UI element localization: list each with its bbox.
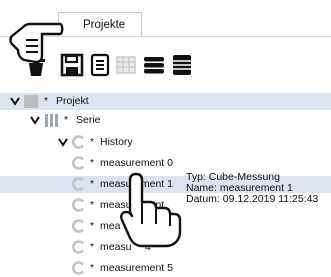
list-icon[interactable] <box>170 53 194 77</box>
row-label: measurement 1 <box>100 178 173 190</box>
measurement-c-icon <box>72 156 85 170</box>
row-star: * <box>90 241 95 253</box>
row-label: Serie <box>76 114 101 126</box>
measurement-c-icon <box>72 261 85 275</box>
measurement-c-icon <box>72 177 85 191</box>
chevron-down-icon[interactable] <box>30 115 40 125</box>
tree-row-measurement-0[interactable]: * measurement 0 <box>0 155 331 172</box>
row-star: * <box>44 95 49 107</box>
row-label-suffix: 4 <box>145 241 151 253</box>
row-star: * <box>90 262 95 274</box>
grid-icon[interactable] <box>114 53 138 77</box>
row-label: measu <box>100 241 132 253</box>
row-star: * <box>90 220 95 232</box>
row-star: * <box>90 157 95 169</box>
trash-icon[interactable] <box>24 53 48 77</box>
tree-row-serie[interactable]: * Serie <box>0 112 331 129</box>
measurement-c-icon <box>72 198 85 212</box>
document-icon[interactable] <box>88 53 112 77</box>
tree-row-history[interactable]: * History <box>0 134 331 151</box>
row-label: measurement 5 <box>100 262 173 274</box>
row-star: * <box>90 136 95 148</box>
tooltip-date: Datum: 09.12.2019 11:25:43 <box>186 193 319 205</box>
history-c-icon <box>72 135 85 149</box>
row-star: * <box>90 199 95 211</box>
serie-bars-icon <box>45 114 58 127</box>
chevron-down-icon[interactable] <box>10 96 20 106</box>
tab-projekte[interactable]: Projekte <box>58 12 142 37</box>
tree-row-measurement-5[interactable]: * measurement 5 <box>0 260 331 277</box>
measurement-c-icon <box>72 240 85 254</box>
row-star: * <box>64 114 69 126</box>
row-label: Projekt <box>56 95 89 107</box>
project-square-icon <box>24 95 38 108</box>
measurement-tooltip: Typ: Cube-Messung Name: measurement 1 Da… <box>186 172 318 205</box>
row-label: measurement 0 <box>100 157 173 169</box>
tree-row-projekt[interactable]: * Projekt <box>0 93 331 110</box>
row-label: measurement <box>100 199 165 211</box>
tree-row-measurement-3[interactable]: * mea <box>0 218 331 235</box>
row-label: mea <box>100 220 121 232</box>
row-star: * <box>90 178 95 190</box>
save-icon[interactable] <box>60 53 84 77</box>
chevron-down-icon[interactable] <box>58 137 68 147</box>
measurement-c-icon <box>72 219 85 233</box>
tree-row-measurement-4[interactable]: * measu 4 <box>0 239 331 256</box>
tab-label: Projekte <box>83 19 126 31</box>
row-label: History <box>100 136 133 148</box>
database-icon[interactable] <box>142 53 166 77</box>
tab-divider <box>0 36 331 37</box>
